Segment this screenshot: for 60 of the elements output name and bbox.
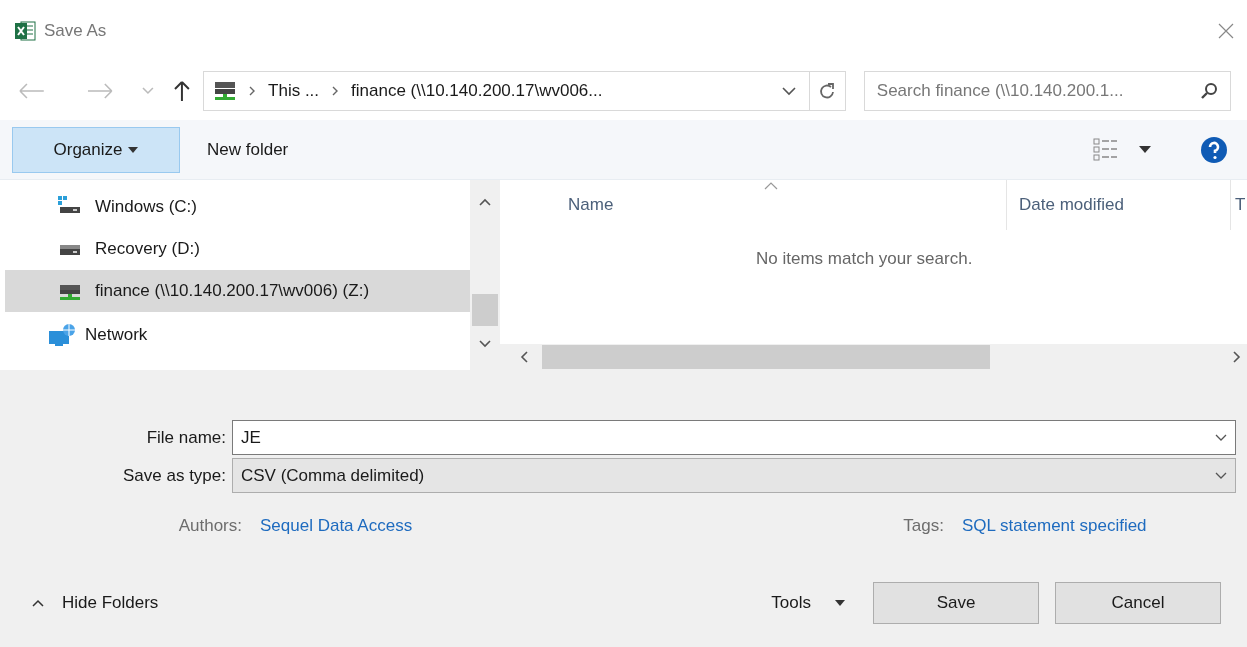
breadcrumb-segment[interactable]: This ...	[268, 78, 320, 104]
dialog-button[interactable]: Cancel	[1055, 582, 1221, 624]
caret-icon	[835, 600, 845, 606]
navigation-item[interactable]: Network	[5, 314, 470, 356]
horizontal-scrollbar[interactable]	[500, 344, 1247, 370]
empty-message: No items match your search.	[756, 249, 973, 268]
forward-arrow-icon[interactable]	[85, 82, 114, 100]
spreadsheet-icon	[14, 20, 36, 42]
scroll-up-icon	[479, 198, 491, 206]
back-arrow-icon[interactable]	[18, 82, 46, 100]
address-bar[interactable]: This ... finance (\\10.140.200.17\wv006...	[203, 71, 846, 111]
search-icon	[1200, 82, 1218, 100]
navigation-item[interactable]: Recovery (D:)	[5, 228, 470, 270]
dropdown-chevron-icon	[1215, 433, 1227, 442]
search-placeholder: Search finance (\\10.140.200.1...	[876, 80, 1125, 103]
close-icon[interactable]	[1217, 22, 1235, 40]
scroll-down-icon	[479, 340, 491, 348]
column-header[interactable]: Name	[568, 192, 614, 218]
view-options-icon[interactable]	[1093, 137, 1119, 162]
file-type-dropdown[interactable]: CSV (Comma delimited)	[232, 458, 1236, 493]
chevron-up-icon	[32, 599, 44, 607]
chevron-down-icon[interactable]	[141, 86, 156, 96]
property-label: Tags:	[902, 515, 945, 538]
chevron-right-icon	[248, 85, 257, 97]
column-header[interactable]: T	[1235, 192, 1246, 218]
network-icon	[47, 323, 75, 347]
navigation-item[interactable]: finance (\\10.140.200.17\wv006) (Z:)	[5, 270, 470, 312]
caret-icon	[128, 146, 139, 153]
chevron-right-icon	[331, 85, 340, 97]
hide-folders-button[interactable]: Hide Folders	[32, 590, 159, 616]
new-folder-button[interactable]: New folder	[207, 136, 289, 163]
dropdown-chevron-icon[interactable]	[780, 86, 797, 96]
property-label: Authors:	[177, 515, 243, 538]
scroll-right-icon	[1233, 351, 1241, 363]
window-title: Save As	[44, 20, 107, 43]
property-value[interactable]: Sequel Data Access	[260, 513, 522, 539]
field-label: File name:	[146, 427, 226, 447]
caret-icon[interactable]	[1139, 146, 1151, 153]
network-drive-icon	[214, 80, 237, 102]
sort-indicator-icon	[764, 182, 778, 190]
field-label: Save as type:	[123, 465, 226, 485]
scrollbar-thumb[interactable]	[542, 345, 990, 369]
organize-button[interactable]: Organize	[12, 126, 180, 173]
file-type-value: CSV (Comma delimited)	[241, 464, 425, 487]
dialog-button[interactable]: Save	[873, 582, 1039, 624]
refresh-icon	[819, 82, 836, 100]
scrollbar-thumb[interactable]	[472, 294, 498, 326]
help-icon[interactable]	[1201, 136, 1227, 163]
breadcrumb-segment[interactable]: finance (\\10.140.200.17\wv006...	[351, 78, 603, 104]
file-name-value: JE	[241, 426, 261, 449]
column-header[interactable]: Date modified	[1019, 192, 1124, 218]
tools-button[interactable]: Tools	[771, 590, 845, 616]
scroll-left-icon	[520, 351, 528, 363]
up-arrow-icon[interactable]	[173, 80, 192, 102]
property-value[interactable]: SQL statement specified	[962, 513, 1147, 539]
vertical-scrollbar[interactable]	[470, 180, 500, 370]
dropdown-chevron-icon	[1215, 471, 1227, 480]
file-name-field[interactable]: JE	[232, 420, 1236, 455]
search-field[interactable]: Search finance (\\10.140.200.1...	[863, 71, 1231, 111]
navigation-item[interactable]: Windows (C:)	[5, 186, 470, 228]
